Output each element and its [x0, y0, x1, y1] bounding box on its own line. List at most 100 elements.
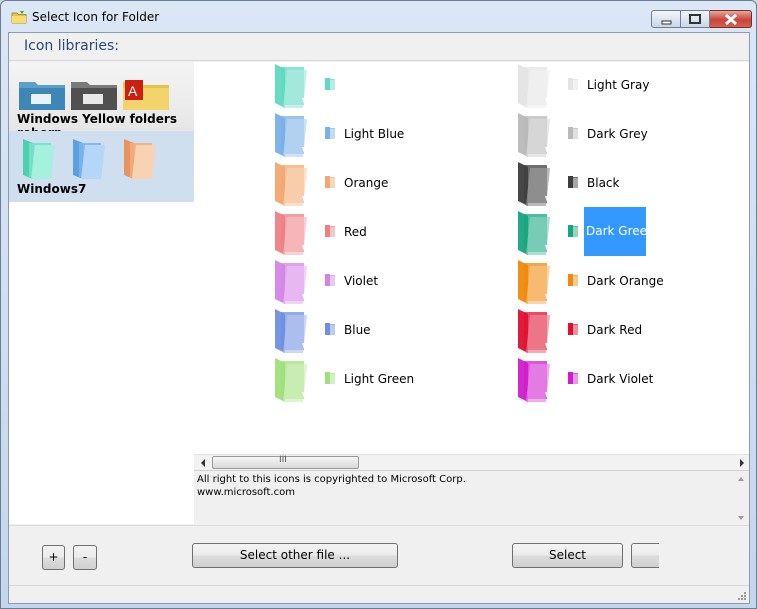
small-folder-icon [325, 225, 335, 237]
folder-icon [275, 211, 310, 255]
folder-icon [518, 113, 553, 157]
icon-entry[interactable] [272, 62, 472, 111]
folder-icon: A [123, 80, 169, 110]
icon-label: Light Blue [344, 127, 405, 141]
icon-entry[interactable]: Dark Green [515, 207, 715, 258]
folder-icon [518, 162, 553, 206]
icon-entry[interactable]: Dark Violet [515, 356, 715, 405]
icon-entry[interactable]: Light Green [272, 356, 472, 405]
folder-icon [518, 309, 553, 353]
scroll-right-icon[interactable] [738, 458, 746, 468]
icon-label: Dark Grey [587, 127, 648, 141]
scrollbar-thumb[interactable]: III [212, 455, 359, 469]
folder-icon [124, 139, 156, 179]
copyright-url: www.microsoft.com [197, 487, 295, 498]
small-folder-icon [568, 274, 578, 286]
folder-icon [71, 82, 117, 110]
folder-icon [275, 162, 310, 206]
folder-icon [275, 64, 310, 108]
horizontal-scrollbar[interactable]: III [194, 454, 749, 470]
library-item-windows-yellow[interactable]: A Windows Yellow folders reborn [9, 62, 194, 140]
minimize-button[interactable] [651, 10, 681, 28]
folder-icon [23, 139, 55, 179]
icon-entry[interactable]: Orange [272, 160, 472, 209]
icon-grid: Light Blue Orange Red Violet Blue Light Green… [194, 62, 749, 454]
small-folder-icon [568, 225, 578, 237]
svg-text:A: A [128, 83, 138, 99]
small-folder-icon [568, 78, 578, 90]
status-bar [9, 585, 749, 603]
maximize-button[interactable] [681, 10, 710, 28]
scroll-left-icon[interactable] [199, 458, 207, 468]
library-list: A Windows Yellow folders reborn [9, 62, 194, 524]
library-preview-icons: A [19, 80, 169, 110]
small-folder-icon [325, 127, 335, 139]
icon-label: Dark Green [584, 207, 655, 256]
small-folder-icon [325, 372, 335, 384]
folder-app-icon [11, 11, 27, 24]
minimize-icon [661, 20, 672, 25]
dialog-window: Select Icon for Folder Icon libraries: A… [0, 0, 757, 609]
icon-label: Red [344, 225, 367, 239]
add-library-button[interactable]: + [42, 545, 65, 570]
library-item-windows7[interactable]: Windows7 [9, 131, 194, 202]
small-folder-icon [325, 323, 335, 335]
folder-icon [73, 139, 105, 179]
small-folder-icon [568, 323, 578, 335]
maximize-icon [689, 14, 701, 24]
libraries-header: Icon libraries: [9, 33, 749, 61]
icon-entry[interactable]: Dark Red [515, 307, 715, 356]
resize-grip-icon[interactable] [737, 591, 747, 601]
folder-icon [518, 64, 553, 108]
icon-label: Violet [344, 274, 379, 288]
remove-library-button[interactable]: - [73, 545, 97, 570]
small-folder-icon [325, 78, 335, 90]
copyright-text: All right to this icons is copyrighted t… [197, 473, 466, 499]
copyright-line: All right to this icons is copyrighted t… [197, 474, 466, 485]
icon-entry[interactable]: Violet [272, 258, 472, 307]
folder-icon [518, 211, 553, 255]
icon-label: Light Gray [587, 78, 650, 92]
small-folder-icon [568, 127, 578, 139]
icon-entry[interactable]: Light Gray [515, 62, 715, 111]
small-folder-icon [568, 372, 578, 384]
icon-label: Dark Orange [587, 274, 664, 288]
button-bar: + - Select other file ... Select [9, 525, 749, 585]
vertical-scrollbar[interactable] [733, 471, 749, 525]
icon-label: Black [587, 176, 620, 190]
icon-label: Dark Violet [587, 372, 654, 386]
library-preview-icons [23, 139, 156, 179]
folder-icon [275, 358, 310, 402]
copyright-box: All right to this icons is copyrighted t… [194, 470, 749, 525]
folder-icon [275, 113, 310, 157]
dialog-client: Icon libraries: A Windows Yellow folders… [8, 32, 750, 604]
icon-label: Dark Red [587, 323, 643, 337]
scroll-arrows-icon[interactable] [733, 471, 749, 525]
small-folder-icon [325, 274, 335, 286]
close-button[interactable] [710, 10, 752, 28]
select-other-file-button[interactable]: Select other file ... [192, 543, 398, 568]
window-title: Select Icon for Folder [32, 10, 160, 24]
cancel-button[interactable] [631, 543, 659, 568]
icon-label: Orange [344, 176, 389, 190]
small-folder-icon [325, 176, 335, 188]
folder-icon [19, 82, 65, 110]
icon-entry[interactable]: Black [515, 160, 715, 209]
icon-entry[interactable]: Dark Grey [515, 111, 715, 160]
icon-entry[interactable]: Blue [272, 307, 472, 356]
folder-icon [518, 358, 553, 402]
title-bar[interactable]: Select Icon for Folder [1, 1, 756, 33]
icon-label: Light Green [344, 372, 415, 386]
folder-icon [275, 260, 310, 304]
icon-entry[interactable]: Light Blue [272, 111, 472, 160]
libraries-header-label: Icon libraries: [24, 38, 119, 54]
small-folder-icon [568, 176, 578, 188]
scrollbar-grip: III [279, 455, 287, 465]
library-name: Windows7 [17, 182, 87, 196]
folder-icon [275, 309, 310, 353]
icon-entry[interactable]: Red [272, 209, 472, 258]
icon-entry[interactable]: Dark Orange [515, 258, 715, 307]
folder-icon [518, 260, 553, 304]
select-button[interactable]: Select [512, 543, 623, 568]
close-icon [724, 13, 738, 26]
